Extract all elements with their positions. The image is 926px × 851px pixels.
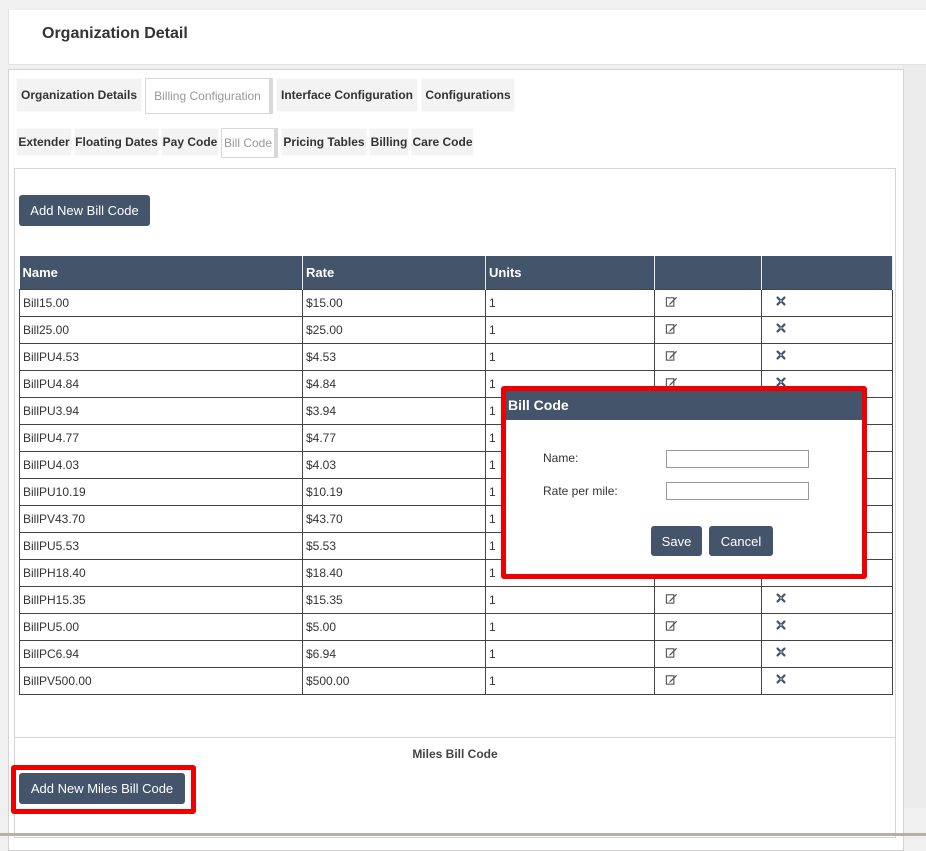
- table-header-row: Name Rate Units: [19, 256, 893, 290]
- page-header: Organization Detail: [8, 10, 926, 65]
- table-row: BillPH15.35 $15.35 1: [19, 586, 893, 614]
- cell-rate: $18.40: [302, 559, 486, 587]
- cell-name: BillPV43.70: [19, 505, 303, 533]
- table-row: BillPU5.00 $5.00 1: [19, 613, 893, 641]
- section-divider: [14, 737, 896, 738]
- highlight-add-miles-button: [11, 765, 196, 814]
- cell-rate: $25.00: [302, 316, 486, 344]
- edit-icon[interactable]: [665, 349, 679, 363]
- delete-icon[interactable]: [775, 619, 789, 633]
- page-title: Organization Detail: [42, 25, 188, 42]
- table-row: Bill15.00 $15.00 1: [19, 289, 893, 317]
- cell-edit: [654, 667, 762, 695]
- cell-rate: $3.94: [302, 397, 486, 425]
- cell-edit: [654, 613, 762, 641]
- delete-icon[interactable]: [775, 295, 789, 309]
- cell-name: Bill25.00: [19, 316, 303, 344]
- cell-rate: $15.00: [302, 289, 486, 317]
- cell-delete: [761, 316, 893, 344]
- cell-rate: $5.53: [302, 532, 486, 560]
- cell-units: 1: [485, 586, 655, 614]
- column-header-edit: [654, 256, 762, 290]
- cell-delete: [761, 586, 893, 614]
- cell-rate: $43.70: [302, 505, 486, 533]
- cell-name: BillPU5.53: [19, 532, 303, 560]
- cell-name: BillPH18.40: [19, 559, 303, 587]
- tab-organization-details[interactable]: Organization Details: [16, 78, 142, 112]
- tab-configurations[interactable]: Configurations: [421, 78, 515, 112]
- cell-rate: $500.00: [302, 667, 486, 695]
- cell-delete: [761, 613, 893, 641]
- column-header-name: Name: [19, 256, 303, 290]
- miles-bill-code-label: Miles Bill Code: [412, 747, 498, 761]
- tab-interface-configuration[interactable]: Interface Configuration: [276, 78, 418, 112]
- cell-edit: [654, 640, 762, 668]
- subtab-pricing-tables[interactable]: Pricing Tables: [281, 128, 367, 156]
- scrollbar-track[interactable]: [903, 65, 926, 808]
- cell-rate: $10.19: [302, 478, 486, 506]
- cell-units: 1: [485, 667, 655, 695]
- column-header-delete: [761, 256, 893, 290]
- subtab-billing[interactable]: Billing: [369, 128, 409, 156]
- cell-edit: [654, 316, 762, 344]
- cell-name: BillPU4.53: [19, 343, 303, 371]
- cell-rate: $4.84: [302, 370, 486, 398]
- add-bill-code-button[interactable]: Add New Bill Code: [19, 195, 150, 226]
- delete-icon[interactable]: [775, 349, 789, 363]
- column-header-rate: Rate: [302, 256, 486, 290]
- table-row: BillPV500.00 $500.00 1: [19, 667, 893, 695]
- cell-rate: $4.03: [302, 451, 486, 479]
- cell-delete: [761, 667, 893, 695]
- cell-delete: [761, 343, 893, 371]
- delete-icon[interactable]: [775, 673, 789, 687]
- subtab-floating-dates[interactable]: Floating Dates: [74, 128, 159, 156]
- cell-edit: [654, 586, 762, 614]
- delete-icon[interactable]: [775, 592, 789, 606]
- cell-rate: $4.53: [302, 343, 486, 371]
- edit-icon[interactable]: [665, 619, 679, 633]
- delete-icon[interactable]: [775, 646, 789, 660]
- edit-icon[interactable]: [665, 592, 679, 606]
- cell-units: 1: [485, 289, 655, 317]
- cell-name: BillPU4.77: [19, 424, 303, 452]
- cell-units: 1: [485, 343, 655, 371]
- edit-icon[interactable]: [665, 295, 679, 309]
- cell-delete: [761, 640, 893, 668]
- cell-rate: $15.35: [302, 586, 486, 614]
- cell-edit: [654, 289, 762, 317]
- cell-units: 1: [485, 613, 655, 641]
- subtab-extender[interactable]: Extender: [16, 128, 72, 156]
- cell-name: BillPU4.84: [19, 370, 303, 398]
- column-header-units: Units: [485, 256, 655, 290]
- cell-name: BillPH15.35: [19, 586, 303, 614]
- table-row: Bill25.00 $25.00 1: [19, 316, 893, 344]
- cell-name: BillPU4.03: [19, 451, 303, 479]
- cell-units: 1: [485, 316, 655, 344]
- subtab-care-code[interactable]: Care Code: [411, 128, 474, 156]
- delete-icon[interactable]: [775, 322, 789, 336]
- edit-icon[interactable]: [665, 673, 679, 687]
- cell-units: 1: [485, 640, 655, 668]
- table-row: BillPC6.94 $6.94 1: [19, 640, 893, 668]
- cell-name: BillPC6.94: [19, 640, 303, 668]
- cell-rate: $6.94: [302, 640, 486, 668]
- cell-name: BillPU3.94: [19, 397, 303, 425]
- tab-billing-configuration[interactable]: Billing Configuration: [145, 78, 273, 114]
- cell-name: BillPU5.00: [19, 613, 303, 641]
- cell-rate: $4.77: [302, 424, 486, 452]
- cell-name: Bill15.00: [19, 289, 303, 317]
- highlight-dialog: [501, 386, 867, 579]
- cell-name: BillPV500.00: [19, 667, 303, 695]
- cell-name: BillPU10.19: [19, 478, 303, 506]
- edit-icon[interactable]: [665, 322, 679, 336]
- subtab-pay-code[interactable]: Pay Code: [161, 128, 219, 156]
- table-row: BillPU4.53 $4.53 1: [19, 343, 893, 371]
- edit-icon[interactable]: [665, 646, 679, 660]
- cell-edit: [654, 343, 762, 371]
- subtab-bill-code[interactable]: Bill Code: [221, 128, 278, 158]
- cell-rate: $5.00: [302, 613, 486, 641]
- cell-delete: [761, 289, 893, 317]
